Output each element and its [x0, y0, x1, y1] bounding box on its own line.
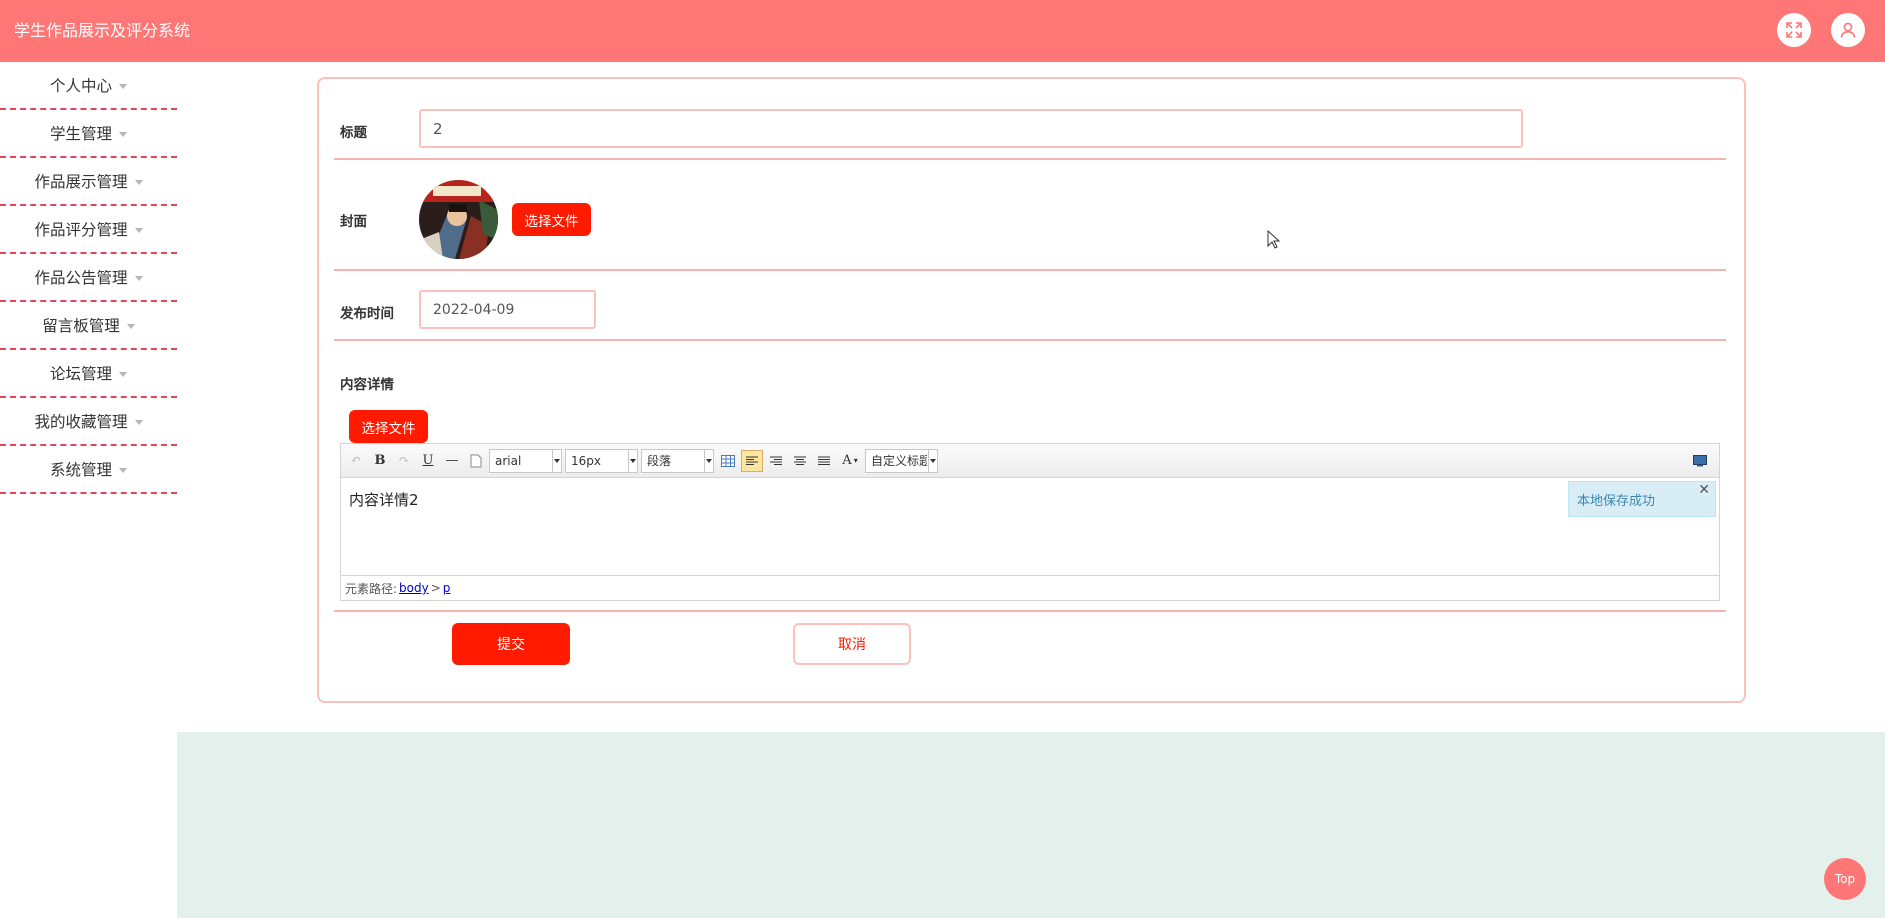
font-family-select[interactable]: arial	[489, 448, 562, 473]
divider	[334, 269, 1726, 271]
align-left-icon[interactable]	[741, 449, 763, 472]
chevron-down-icon	[928, 449, 937, 472]
sidebar-item-favorites[interactable]: 我的收藏管理	[0, 398, 177, 446]
redo-icon[interactable]: ↷	[393, 450, 415, 472]
path-body-link[interactable]: body	[399, 581, 429, 595]
underline-icon[interactable]: U	[417, 450, 439, 472]
user-icon	[1840, 22, 1856, 38]
cover-select-file-button[interactable]: 选择文件	[512, 203, 591, 236]
caret-down-icon	[119, 131, 127, 137]
submit-button[interactable]: 提交	[452, 623, 570, 665]
divider	[334, 339, 1726, 341]
caret-down-icon	[134, 419, 143, 425]
expand-icon	[1786, 22, 1802, 38]
footer-area	[177, 732, 1885, 918]
sidebar: 个人中心 学生管理 作品展示管理 作品评分管理 作品公告管理 留言板管理 论坛管…	[0, 62, 177, 494]
sidebar-item-label: 作品评分管理	[34, 221, 128, 239]
cover-label: 封面	[340, 214, 367, 230]
local-save-notice: 本地保存成功 ✕	[1568, 481, 1716, 517]
top-header: 学生作品展示及评分系统	[0, 0, 1885, 62]
bold-icon[interactable]: B	[369, 450, 391, 472]
content-select-file-button[interactable]: 选择文件	[349, 410, 428, 443]
user-menu-button[interactable]	[1831, 13, 1865, 47]
paragraph-select[interactable]: 段落	[641, 448, 714, 473]
sidebar-item-label: 留言板管理	[42, 317, 120, 335]
table-icon[interactable]	[717, 450, 739, 472]
sidebar-item-system[interactable]: 系统管理	[0, 446, 177, 494]
align-center-icon[interactable]	[789, 450, 811, 472]
divider	[334, 610, 1726, 612]
font-size-select[interactable]: 16px	[565, 448, 638, 473]
cancel-button[interactable]: 取消	[793, 623, 911, 665]
align-justify-icon[interactable]	[813, 450, 835, 472]
rich-text-editor: ↶ B ↷ U — arial 16px 段落 A ▾ 自定义标题 内容详情2 …	[340, 443, 1720, 601]
content-label: 内容详情	[340, 377, 394, 393]
publish-date-input[interactable]: 2022-04-09	[419, 290, 596, 329]
horizontal-rule-icon[interactable]: —	[441, 450, 463, 472]
sidebar-item-works-display[interactable]: 作品展示管理	[0, 158, 177, 206]
sidebar-item-label: 作品公告管理	[34, 269, 128, 287]
undo-icon[interactable]: ↶	[345, 450, 367, 472]
caret-down-icon	[134, 179, 143, 185]
sidebar-item-label: 学生管理	[49, 125, 112, 143]
sidebar-item-message-board[interactable]: 留言板管理	[0, 302, 177, 350]
caret-down-icon	[134, 275, 143, 281]
cover-image	[419, 180, 498, 259]
mouse-cursor-icon	[1267, 229, 1281, 254]
sidebar-item-forum[interactable]: 论坛管理	[0, 350, 177, 398]
edit-form: 标题 2 封面 选择文件 发布时间 2022-04-09 内容详情 选择文件 ↶…	[317, 77, 1746, 703]
editor-content[interactable]: 内容详情2	[349, 489, 419, 510]
sidebar-item-personal-center[interactable]: 个人中心	[0, 62, 177, 110]
caret-down-icon	[119, 371, 127, 377]
element-path-bar: 元素路径: body > p	[341, 575, 1719, 600]
fullscreen-button[interactable]	[1777, 13, 1811, 47]
caret-down-icon	[119, 467, 127, 473]
sidebar-item-label: 论坛管理	[49, 365, 112, 383]
caret-down-icon	[126, 323, 135, 329]
chevron-down-icon	[552, 449, 561, 472]
chevron-down-icon	[704, 449, 713, 472]
sidebar-item-label: 我的收藏管理	[34, 413, 128, 431]
sidebar-item-works-notice[interactable]: 作品公告管理	[0, 254, 177, 302]
sidebar-item-works-scoring[interactable]: 作品评分管理	[0, 206, 177, 254]
back-to-top-button[interactable]: Top	[1824, 858, 1866, 900]
sidebar-item-label: 作品展示管理	[34, 173, 128, 191]
custom-title-select[interactable]: 自定义标题	[865, 448, 938, 473]
title-input[interactable]: 2	[419, 109, 1523, 148]
title-label: 标题	[340, 125, 367, 141]
caret-down-icon	[134, 227, 143, 233]
divider	[334, 158, 1726, 160]
close-icon[interactable]: ✕	[1698, 482, 1710, 498]
document-icon[interactable]	[465, 450, 487, 472]
app-title: 学生作品展示及评分系统	[14, 21, 191, 40]
editor-toolbar: ↶ B ↷ U — arial 16px 段落 A ▾ 自定义标题	[341, 444, 1719, 478]
font-color-icon[interactable]: A ▾	[837, 450, 863, 472]
sidebar-item-label: 个人中心	[49, 77, 112, 95]
chevron-down-icon	[628, 449, 637, 472]
sidebar-item-label: 系统管理	[49, 461, 112, 479]
sidebar-item-students[interactable]: 学生管理	[0, 110, 177, 158]
fullscreen-editor-icon[interactable]	[1689, 450, 1711, 472]
caret-down-icon	[119, 83, 127, 89]
align-right-icon[interactable]	[765, 450, 787, 472]
path-p-link[interactable]: p	[443, 581, 451, 595]
date-label: 发布时间	[340, 306, 394, 322]
